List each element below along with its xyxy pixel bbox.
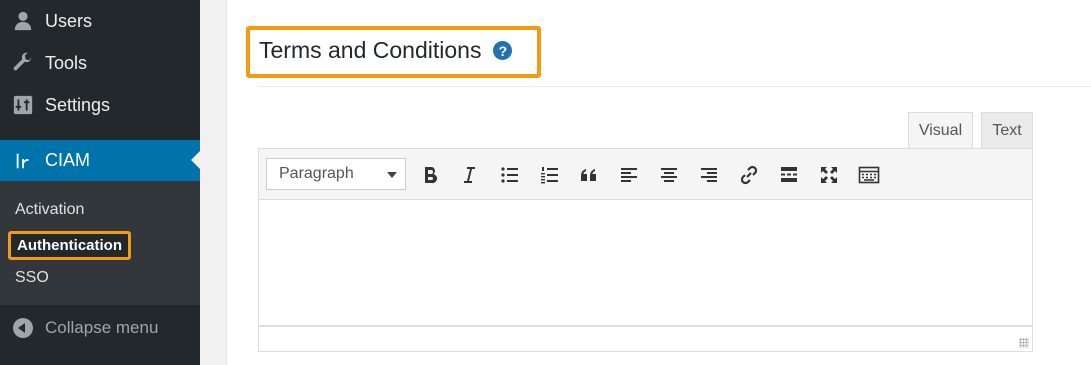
italic-button[interactable]	[456, 162, 482, 188]
collapse-icon	[13, 317, 33, 338]
editor-statusbar	[258, 326, 1033, 352]
numbered-list-button[interactable]	[537, 162, 563, 188]
tab-visual[interactable]: Visual	[908, 112, 973, 148]
read-more-icon	[781, 167, 797, 182]
format-select[interactable]: Paragraph	[266, 158, 406, 190]
tab-text[interactable]: Text	[981, 112, 1033, 148]
settings-icon	[11, 94, 35, 116]
align-center-icon	[661, 168, 677, 182]
read-more-button[interactable]	[776, 162, 802, 188]
submenu-item-sso[interactable]: SSO	[15, 269, 49, 287]
editor-content-area[interactable]	[258, 200, 1033, 326]
fullscreen-button[interactable]	[816, 162, 842, 188]
insert-link-button[interactable]	[736, 162, 762, 188]
menu-item-settings-label: Settings	[45, 94, 111, 115]
editor-toolbar: Paragraph	[258, 148, 1033, 200]
menu-item-settings[interactable]: Settings	[0, 84, 200, 126]
menu-item-ciam-label: CIAM	[45, 150, 90, 170]
collapse-menu-button[interactable]: Collapse menu	[0, 305, 200, 350]
menu-item-tools[interactable]: Tools	[0, 42, 200, 84]
align-left-icon	[621, 168, 637, 182]
align-left-button[interactable]	[616, 162, 642, 188]
wrench-icon	[11, 52, 35, 74]
section-title-text: Terms and Conditions	[259, 37, 482, 63]
bold-icon	[425, 167, 438, 184]
admin-sidebar: Users Tools Settings CIAM Activation Aut…	[0, 0, 200, 365]
keyboard-icon	[858, 166, 880, 184]
link-icon	[740, 165, 758, 185]
bold-button[interactable]	[417, 162, 443, 188]
numbered-list-icon	[541, 167, 558, 184]
ciam-logo-icon	[13, 150, 35, 172]
italic-icon	[464, 167, 475, 183]
chevron-down-icon	[387, 172, 397, 178]
blockquote-button[interactable]	[576, 162, 602, 188]
section-title: Terms and Conditions ?	[259, 37, 513, 64]
bullet-list-icon	[501, 167, 518, 183]
fullscreen-icon	[821, 167, 837, 183]
toolbar-toggle-button[interactable]	[856, 162, 882, 188]
divider	[258, 86, 1091, 87]
menu-item-users[interactable]: Users	[0, 0, 200, 42]
submenu-item-activation[interactable]: Activation	[15, 201, 84, 219]
submenu-item-authentication[interactable]: Authentication	[8, 231, 131, 260]
resize-handle-icon[interactable]	[1019, 338, 1029, 348]
format-select-value: Paragraph	[279, 165, 354, 182]
bullet-list-button[interactable]	[497, 162, 523, 188]
ciam-submenu: Activation Authentication SSO	[0, 181, 200, 305]
quote-icon	[581, 169, 596, 181]
align-right-icon	[701, 168, 717, 182]
current-menu-arrow	[191, 151, 200, 169]
align-center-button[interactable]	[656, 162, 682, 188]
menu-item-tools-label: Tools	[45, 52, 88, 73]
users-icon	[11, 10, 35, 32]
menu-item-ciam[interactable]: CIAM	[0, 140, 200, 181]
menu-item-users-label: Users	[45, 10, 93, 31]
align-right-button[interactable]	[696, 162, 722, 188]
collapse-menu-label: Collapse menu	[45, 317, 159, 337]
help-icon[interactable]: ?	[493, 41, 513, 60]
